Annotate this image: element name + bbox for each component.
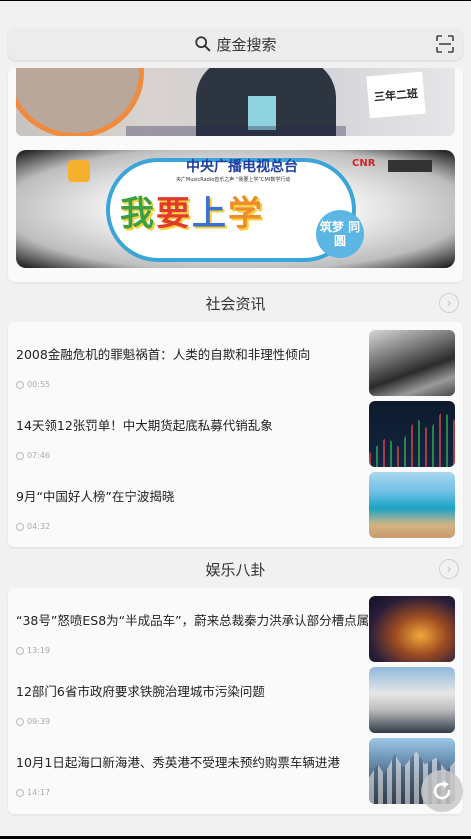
news-thumbnail [369,401,455,467]
list-item[interactable]: 2008金融危机的罪魁祸首：人类的自欺和非理性倾向 00:55 [8,330,463,400]
ad-banner[interactable]: 中央广播电视总台 央广MusicRadio音乐之声 “我要上学”CMI数学行动 … [16,150,455,268]
news-time-text: 13:19 [27,646,51,655]
status-bar-edge [0,0,471,1]
section-title: 社会资讯 [205,295,266,313]
news-thumbnail [369,667,455,733]
news-time-text: 07:46 [27,451,51,460]
news-time-text: 14:17 [27,788,51,797]
ad-headline-char: 学 [228,194,264,234]
news-time: 07:46 [16,451,50,460]
list-item[interactable]: 14天领12张罚单！中大期货起底私募代销乱象 07:46 [8,401,463,471]
clock-icon [16,717,24,726]
news-list-entertainment: “38号”怒喷ES8为“半成品车”，蔚来总裁秦力洪承认部分槽点属实 13:19 … [8,588,463,814]
clock-icon [16,646,24,655]
banner-portrait-circle [16,68,144,136]
list-item[interactable]: “38号”怒喷ES8为“半成品车”，蔚来总裁秦力洪承认部分槽点属实 13:19 [8,596,463,666]
news-time-text: 09:39 [27,717,51,726]
brand-logo-icon [68,160,90,182]
clock-icon [16,522,24,531]
banner-card: 三年二班 中央广播电视总台 央广MusicRadio音乐之声 “我要上学”CMI… [8,68,463,282]
news-thumbnail [369,472,455,538]
refresh-icon [433,781,451,800]
news-thumbnail [369,330,455,396]
cnr-logo: CNR [352,158,376,169]
banner-sign: 三年二班 [366,71,426,119]
ad-headline-char: 要 [156,194,192,234]
banner-caption-strip [126,126,346,136]
news-time: 09:39 [16,717,50,726]
refresh-button[interactable] [421,770,463,812]
news-title: 2008金融危机的罪魁祸首：人类的自欺和非理性倾向 [16,347,311,362]
search-icon [195,36,211,52]
news-title: 9月“中国好人榜”在宁波揭晓 [16,489,175,504]
scan-icon[interactable] [435,34,455,54]
news-title: 14天领12张罚单！中大期货起底私募代销乱象 [16,418,273,433]
section-header-social: 社会资讯 › [0,287,471,317]
chevron-right-icon[interactable]: › [439,293,459,313]
ad-subtitle: 央广MusicRadio音乐之声 “我要上学”CMI数学行动 [176,177,291,183]
news-time-text: 04:32 [27,522,51,531]
ad-headline-char: 上 [192,194,228,234]
clock-icon [16,451,24,460]
section-title: 娱乐八卦 [205,561,266,579]
list-item[interactable]: 12部门6省市政府要求铁腕治理城市污染问题 09:39 [8,667,463,737]
news-title: 12部门6省市政府要求铁腕治理城市污染问题 [16,684,265,699]
ad-headline: 我要上学 [120,186,264,235]
news-title: 10月1日起海口新海港、秀英港不受理未预约购票车辆进港 [16,755,340,770]
banner-shirt-logo [248,96,276,130]
list-item[interactable]: 9月“中国好人榜”在宁波揭晓 04:32 [8,472,463,542]
clock-icon [16,788,24,797]
video-banner-image[interactable]: 三年二班 [16,68,455,136]
news-title: “38号”怒喷ES8为“半成品车”，蔚来总裁秦力洪承认部分槽点属实 [16,613,382,628]
news-time-text: 00:55 [27,380,51,389]
ad-badge: 筑梦 同圆 [316,210,364,258]
partner-logo-icon [388,160,432,172]
ad-title: 中央广播电视总台 [186,159,298,175]
news-list-social: 2008金融危机的罪魁祸首：人类的自欺和非理性倾向 00:55 14天领12张罚… [8,322,463,547]
news-time: 04:32 [16,522,50,531]
news-time: 14:17 [16,788,50,797]
chevron-right-icon[interactable]: › [439,559,459,579]
news-time: 13:19 [16,646,50,655]
section-header-entertainment: 娱乐八卦 › [0,553,471,583]
clock-icon [16,380,24,389]
search-bar[interactable]: 度金搜索 [8,28,463,60]
list-item[interactable]: 10月1日起海口新海港、秀英港不受理未预约购票车辆进港 14:17 [8,738,463,808]
search-placeholder: 度金搜索 [216,35,277,54]
news-time: 00:55 [16,380,50,389]
news-thumbnail [369,596,455,662]
ad-headline-char: 我 [120,194,156,234]
